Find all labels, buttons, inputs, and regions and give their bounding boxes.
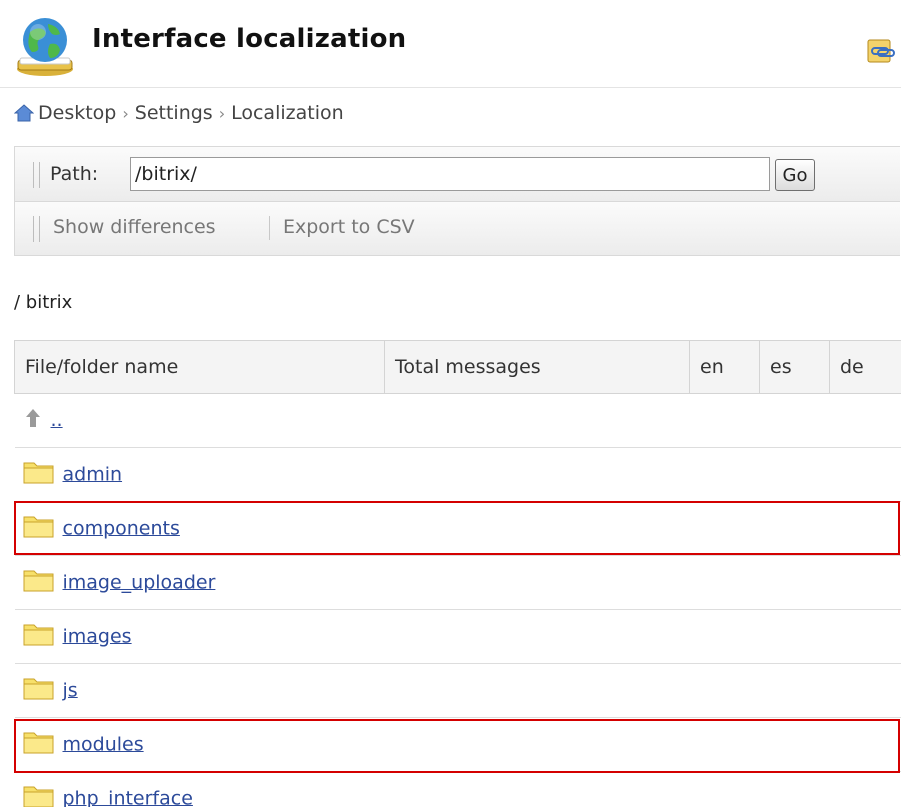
table-header-row: File/folder name Total messages en es de: [14, 340, 901, 394]
breadcrumb-separator: ›: [218, 103, 226, 123]
folder-link[interactable]: image_uploader: [63, 571, 216, 593]
table-row: images: [14, 609, 901, 664]
name-cell: images: [14, 609, 901, 664]
column-header-de[interactable]: de: [829, 340, 901, 394]
folder-icon: [23, 678, 53, 699]
folder-link[interactable]: php_interface: [63, 787, 193, 807]
page-header: Interface localization: [0, 0, 901, 88]
table-row: admin: [14, 447, 901, 502]
table-row: components: [14, 501, 901, 556]
folder-link[interactable]: js: [63, 679, 78, 701]
name-cell: image_uploader: [14, 555, 901, 610]
folder-icon: [23, 786, 53, 807]
table-row: image_uploader: [14, 555, 901, 610]
toolbar-separator: [269, 216, 270, 240]
actions-toolbar: Show differences Export to CSV: [14, 202, 900, 256]
show-differences-button[interactable]: Show differences: [53, 216, 216, 238]
name-cell: ..: [14, 393, 901, 448]
current-path: / bitrix: [14, 292, 73, 313]
folder-icon: [23, 732, 53, 753]
toolbar-grip: [33, 162, 40, 188]
column-header-total[interactable]: Total messages: [384, 340, 690, 394]
folder-link[interactable]: admin: [63, 463, 123, 485]
breadcrumb-localization: Localization: [231, 102, 344, 124]
arrow-up-icon: [25, 408, 40, 427]
file-table: File/folder name Total messages en es de…: [14, 340, 901, 807]
globe-book-icon: [17, 18, 73, 76]
link-icon[interactable]: [866, 36, 896, 66]
column-header-es[interactable]: es: [759, 340, 830, 394]
go-button[interactable]: Go: [775, 159, 815, 191]
name-cell: js: [14, 663, 901, 718]
table-row: php_interface: [14, 771, 901, 807]
toolbar-grip: [33, 216, 40, 242]
table-row: modules: [14, 717, 901, 772]
path-label: Path:: [50, 163, 99, 185]
folder-link[interactable]: modules: [63, 733, 144, 755]
column-header-name[interactable]: File/folder name: [14, 340, 385, 394]
page-title: Interface localization: [92, 24, 407, 54]
name-cell: modules: [14, 717, 901, 772]
path-toolbar: Path: Go: [14, 146, 900, 202]
parent-folder-link[interactable]: ..: [51, 409, 63, 431]
home-icon[interactable]: [14, 104, 34, 122]
folder-icon: [23, 624, 53, 645]
breadcrumb-desktop[interactable]: Desktop: [38, 102, 116, 124]
breadcrumb-settings[interactable]: Settings: [135, 102, 213, 124]
export-csv-button[interactable]: Export to CSV: [283, 216, 415, 238]
folder-icon: [23, 570, 53, 591]
name-cell: admin: [14, 447, 901, 502]
folder-icon: [23, 462, 53, 483]
column-header-en[interactable]: en: [689, 340, 760, 394]
breadcrumb: Desktop › Settings › Localization: [14, 100, 344, 126]
folder-icon: [23, 516, 53, 537]
table-row: js: [14, 663, 901, 718]
name-cell: php_interface: [14, 771, 901, 807]
path-input[interactable]: [130, 157, 770, 191]
name-cell: components: [14, 501, 901, 556]
folder-link[interactable]: components: [63, 517, 180, 539]
table-row-up: ..: [14, 393, 901, 448]
folder-link[interactable]: images: [63, 625, 132, 647]
breadcrumb-separator: ›: [122, 103, 129, 123]
